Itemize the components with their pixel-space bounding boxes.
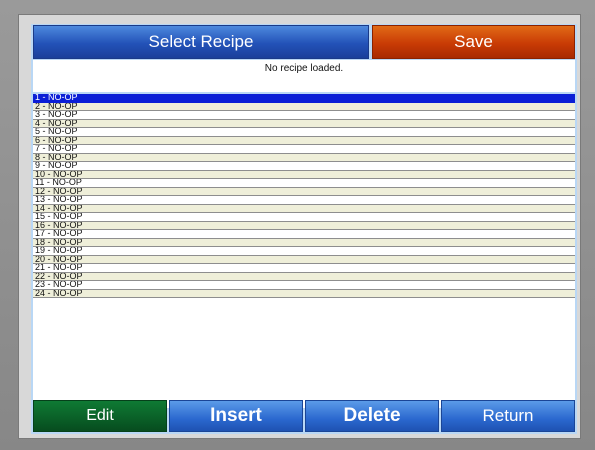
- hmi-screen: Select Recipe Save No recipe loaded. 1 -…: [31, 24, 577, 434]
- select-recipe-button[interactable]: Select Recipe: [33, 25, 369, 59]
- recipe-list-item[interactable]: 2 - NO-OP: [33, 102, 575, 111]
- recipe-list-item[interactable]: 17 - NO-OP: [33, 230, 575, 239]
- recipe-list-item[interactable]: 13 - NO-OP: [33, 196, 575, 205]
- status-area: No recipe loaded.: [33, 60, 575, 92]
- return-button[interactable]: Return: [441, 400, 575, 432]
- recipe-list-item[interactable]: 3 - NO-OP: [33, 111, 575, 120]
- recipe-list-item[interactable]: 8 - NO-OP: [33, 153, 575, 162]
- recipe-list-item[interactable]: 19 - NO-OP: [33, 247, 575, 256]
- insert-button[interactable]: Insert: [169, 400, 303, 432]
- recipe-list-item[interactable]: 21 - NO-OP: [33, 264, 575, 273]
- recipe-list-item[interactable]: 5 - NO-OP: [33, 128, 575, 137]
- recipe-list-item[interactable]: 11 - NO-OP: [33, 179, 575, 188]
- edit-button[interactable]: Edit: [33, 400, 167, 432]
- recipe-list-item[interactable]: 10 - NO-OP: [33, 170, 575, 179]
- save-button[interactable]: Save: [372, 25, 575, 59]
- recipe-list-item[interactable]: 18 - NO-OP: [33, 238, 575, 247]
- status-text: No recipe loaded.: [264, 63, 344, 74]
- recipe-list-item[interactable]: 1 - NO-OP: [33, 94, 575, 103]
- recipe-list-item[interactable]: 14 - NO-OP: [33, 204, 575, 213]
- recipe-list-item[interactable]: 7 - NO-OP: [33, 145, 575, 154]
- recipe-list-item[interactable]: 4 - NO-OP: [33, 119, 575, 128]
- recipe-list-item[interactable]: 22 - NO-OP: [33, 272, 575, 281]
- delete-button[interactable]: Delete: [305, 400, 439, 432]
- recipe-list-item[interactable]: 20 - NO-OP: [33, 255, 575, 264]
- recipe-list-item[interactable]: 23 - NO-OP: [33, 281, 575, 290]
- recipe-list-item[interactable]: 12 - NO-OP: [33, 187, 575, 196]
- recipe-list-item[interactable]: 16 - NO-OP: [33, 221, 575, 230]
- recipe-list-item[interactable]: 6 - NO-OP: [33, 136, 575, 145]
- recipe-list-item[interactable]: 15 - NO-OP: [33, 213, 575, 222]
- recipe-list: 1 - NO-OP 2 - NO-OP 3 - NO-OP 4 - NO-OP 5 - …: [33, 94, 575, 408]
- recipe-list-item[interactable]: 24 - NO-OP: [33, 289, 575, 298]
- bottom-toolbar: Edit Insert Delete Return: [33, 400, 575, 432]
- recipe-list-item[interactable]: 9 - NO-OP: [33, 162, 575, 171]
